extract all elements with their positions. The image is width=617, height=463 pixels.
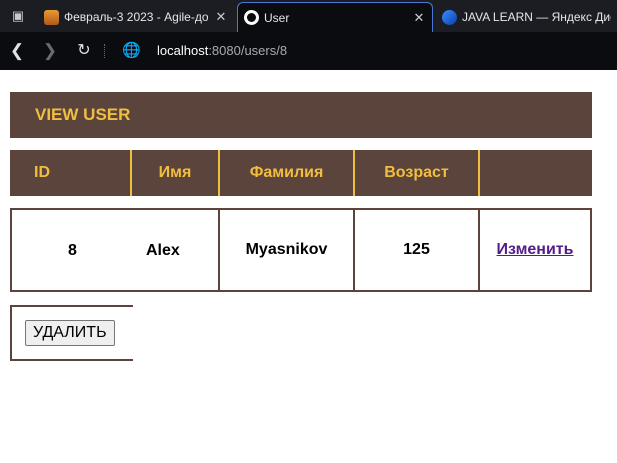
page-title: VIEW USER	[35, 105, 131, 124]
tab-strip: ▣ Февраль-3 2023 - Agile-до ✕ User ✕ JAV…	[0, 0, 617, 32]
close-icon[interactable]: ✕	[214, 9, 228, 25]
table-header-row: ID Имя Фамилия Возраст	[10, 150, 592, 196]
tab-java-learn[interactable]: JAVA LEARN — Яндекс Дис	[436, 2, 617, 32]
page-content: VIEW USER ID Имя Фамилия Возраст 8 Alex …	[0, 70, 617, 463]
table-row: 8 Alex Myasnikov 125 Изменить	[10, 208, 592, 292]
column-header-name: Имя	[132, 150, 220, 196]
tab-label: JAVA LEARN — Яндекс Дис	[462, 10, 611, 24]
cell-id-name: 8 Alex	[10, 208, 220, 292]
tab-label: Февраль-3 2023 - Agile-до	[64, 10, 209, 24]
cell-id: 8	[68, 242, 77, 259]
yandex-disk-icon	[442, 9, 457, 25]
cell-age: 125	[355, 208, 480, 292]
address-bar[interactable]: localhost:8080/users/8	[157, 42, 287, 60]
delete-button[interactable]: УДАЛИТЬ	[25, 320, 115, 346]
globe-icon	[244, 10, 259, 25]
orange-app-icon	[44, 9, 59, 25]
site-info-icon[interactable]: 🌐	[122, 42, 141, 60]
forward-arrow-icon[interactable]: ❯	[39, 40, 61, 62]
tab-label: User	[264, 10, 290, 25]
url-path: :8080/users/8	[208, 43, 288, 58]
tab-search-icon[interactable]: ▣	[8, 6, 28, 26]
column-header-surname: Фамилия	[220, 150, 355, 196]
tab-agile[interactable]: Февраль-3 2023 - Agile-до ✕	[38, 2, 234, 32]
back-arrow-icon[interactable]: ❮	[6, 40, 28, 62]
tab-user[interactable]: User ✕	[237, 2, 433, 32]
page-header: VIEW USER	[10, 92, 592, 138]
cell-actions: Изменить	[480, 208, 592, 292]
column-header-age: Возраст	[355, 150, 480, 196]
delete-form: УДАЛИТЬ	[10, 305, 133, 361]
column-header-id: ID	[10, 150, 132, 196]
url-host: localhost	[157, 43, 209, 58]
browser-toolbar: ❮ ❯ ↻ 🌐 localhost:8080/users/8	[0, 32, 617, 70]
column-header-actions	[480, 150, 592, 196]
toolbar-divider	[104, 44, 105, 58]
reload-icon[interactable]: ↻	[73, 40, 95, 62]
user-table: ID Имя Фамилия Возраст 8 Alex Myasnikov …	[10, 138, 592, 304]
edit-link[interactable]: Изменить	[497, 241, 574, 258]
cell-name: Alex	[146, 242, 180, 259]
close-icon[interactable]: ✕	[412, 10, 426, 26]
cell-surname: Myasnikov	[220, 208, 355, 292]
